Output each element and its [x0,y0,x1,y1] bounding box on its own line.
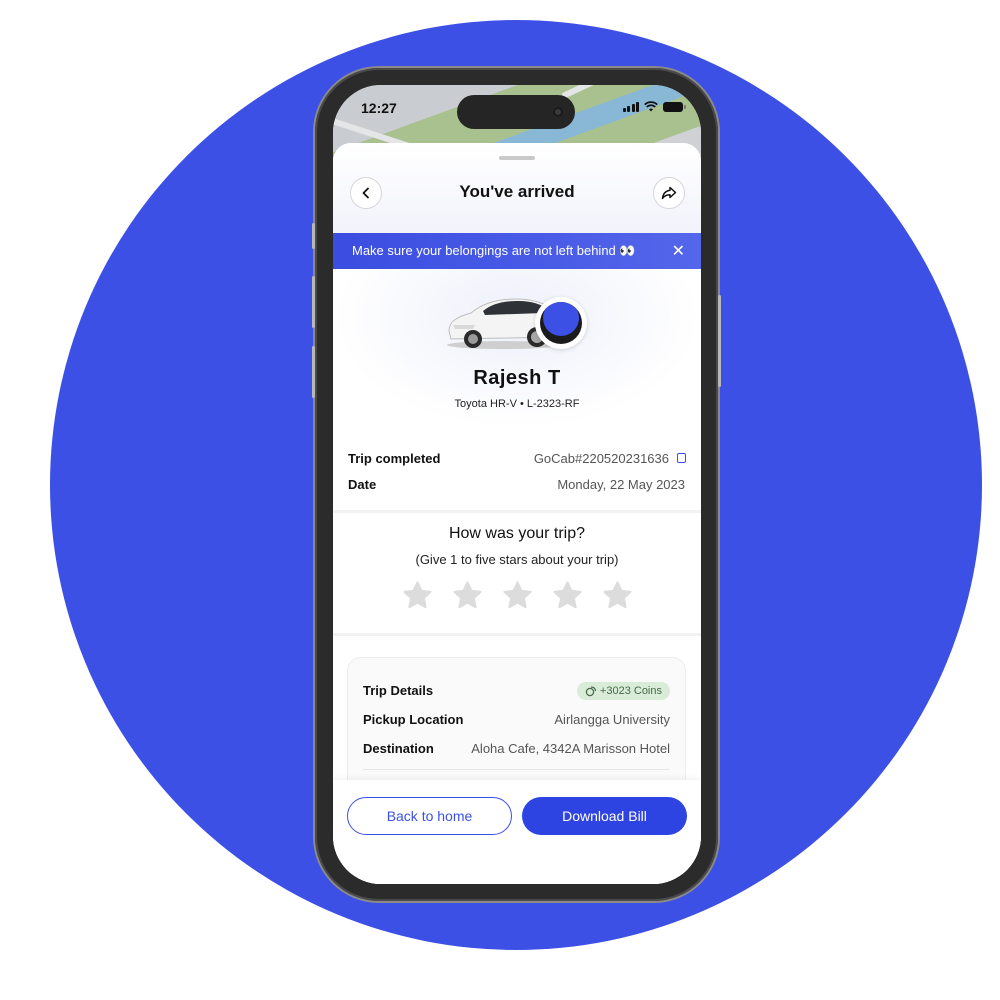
download-bill-button[interactable]: Download Bill [522,797,687,835]
date-row: Date Monday, 22 May 2023 [348,471,685,497]
status-bar: 12:27 [333,85,701,129]
star-icon[interactable] [601,579,634,612]
star-icon[interactable] [451,579,484,612]
copy-icon[interactable] [675,453,686,463]
rating-subtitle: (Give 1 to five stars about your trip) [415,552,619,567]
trip-id-row: Trip completed GoCab#220520231636 [348,445,686,471]
star-icon[interactable] [551,579,584,612]
pickup-row: Pickup Location Airlangga University [363,705,670,734]
status-time: 12:27 [361,100,397,116]
coins-icon [585,686,596,696]
phone-mockup: 12:27 You've arrived Make sure your belo… [312,68,721,901]
vehicle-info: Toyota HR-V • L-2323-RF [454,398,580,410]
action-button [312,223,315,249]
page-title: You've arrived [459,182,575,201]
divider [333,633,701,636]
trip-completed-label: Trip completed [348,450,441,466]
destination-label: Destination [363,741,434,756]
power-button [718,295,721,387]
rating-title: How was your trip? [448,525,586,542]
coins-value: +3023 Coins [599,684,662,697]
volume-down-button [312,346,315,398]
share-button[interactable] [653,177,685,209]
date-label: Date [348,476,377,492]
battery-icon [663,101,686,112]
camera-icon [553,107,563,117]
volume-up-button [312,276,315,328]
divider [363,769,670,770]
status-icons [622,101,686,112]
phone-screen: 12:27 You've arrived Make sure your belo… [333,85,701,884]
driver-name: Rajesh T [473,367,561,389]
back-to-home-button[interactable]: Back to home [347,797,512,835]
trip-details-title: Trip Details [363,683,434,698]
destination-value: Aloha Cafe, 4342A Marisson Hotel [471,741,670,756]
banner-text: Make sure your belongings are not left b… [352,243,636,258]
sheet-drag-handle[interactable] [499,156,535,160]
close-icon[interactable]: ✕ [672,241,685,261]
trip-sheet: You've arrived Make sure your belongings… [333,143,701,884]
coins-badge: +3023 Coins [576,681,670,700]
pickup-label: Pickup Location [363,712,464,727]
star-rating [333,579,701,612]
header: You've arrived [333,171,701,215]
trip-summary: Trip completed GoCab#220520231636 Date M… [348,445,686,497]
pickup-value: Airlangga University [554,712,670,727]
trip-id-value: GoCab#220520231636 [533,450,669,466]
share-arrow-icon [661,186,677,200]
driver-info: Rajesh T Toyota HR-V • L-2323-RF [333,269,701,429]
dynamic-island [457,95,575,129]
star-icon[interactable] [401,579,434,612]
wifi-icon [644,101,658,112]
divider [333,510,701,513]
trip-details-header: Trip Details +3023 Coins [363,676,670,705]
destination-row: Destination Aloha Cafe, 4342A Marisson H… [363,734,670,763]
driver-avatar [535,297,587,349]
date-value: Monday, 22 May 2023 [557,476,685,492]
cellular-signal-icon [622,101,639,112]
belongings-banner: Make sure your belongings are not left b… [333,233,701,269]
footer-actions: Back to home Download Bill [333,780,701,884]
rating-section: How was your trip? (Give 1 to five stars… [333,525,701,612]
star-icon[interactable] [501,579,534,612]
